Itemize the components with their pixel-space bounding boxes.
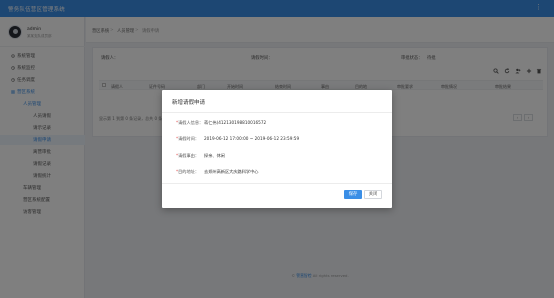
field-label: *目的地址： xyxy=(176,169,200,174)
destination-value: 去郑州高新区大庆路科学中心 xyxy=(204,169,259,174)
dialog-title: 新增请假申请 xyxy=(172,100,206,106)
leave-time-row: *请假时间： 2019-06-12 17:00:00 ~ 2019-06-12 … xyxy=(162,134,392,144)
destination-row: *目的地址： 去郑州高新区大庆路科学中心 xyxy=(162,167,392,177)
field-label: *请假时间： xyxy=(176,136,200,141)
field-label: *请假事由： xyxy=(176,153,200,158)
dialog-divider xyxy=(162,183,392,184)
new-leave-dialog: 新增请假申请 *请假人信息： 蒋仁伟(412130198810016572 *请… xyxy=(162,90,392,208)
field-label: *请假人信息： xyxy=(176,120,204,125)
applicant-info-row: *请假人信息： 蒋仁伟(412130198810016572 xyxy=(162,118,392,128)
leave-time-value: 2019-06-12 17:00:00 ~ 2019-06-12 23:59:5… xyxy=(204,136,300,141)
applicant-info-value: 蒋仁伟(412130198810016572 xyxy=(204,120,267,125)
dialog-divider xyxy=(162,112,392,113)
save-button[interactable]: 保存 xyxy=(344,190,362,199)
close-button[interactable]: 关闭 xyxy=(364,190,382,199)
leave-reason-row: *请假事由： 探亲、休闲 xyxy=(162,151,392,161)
leave-reason-value: 探亲、休闲 xyxy=(204,153,225,158)
